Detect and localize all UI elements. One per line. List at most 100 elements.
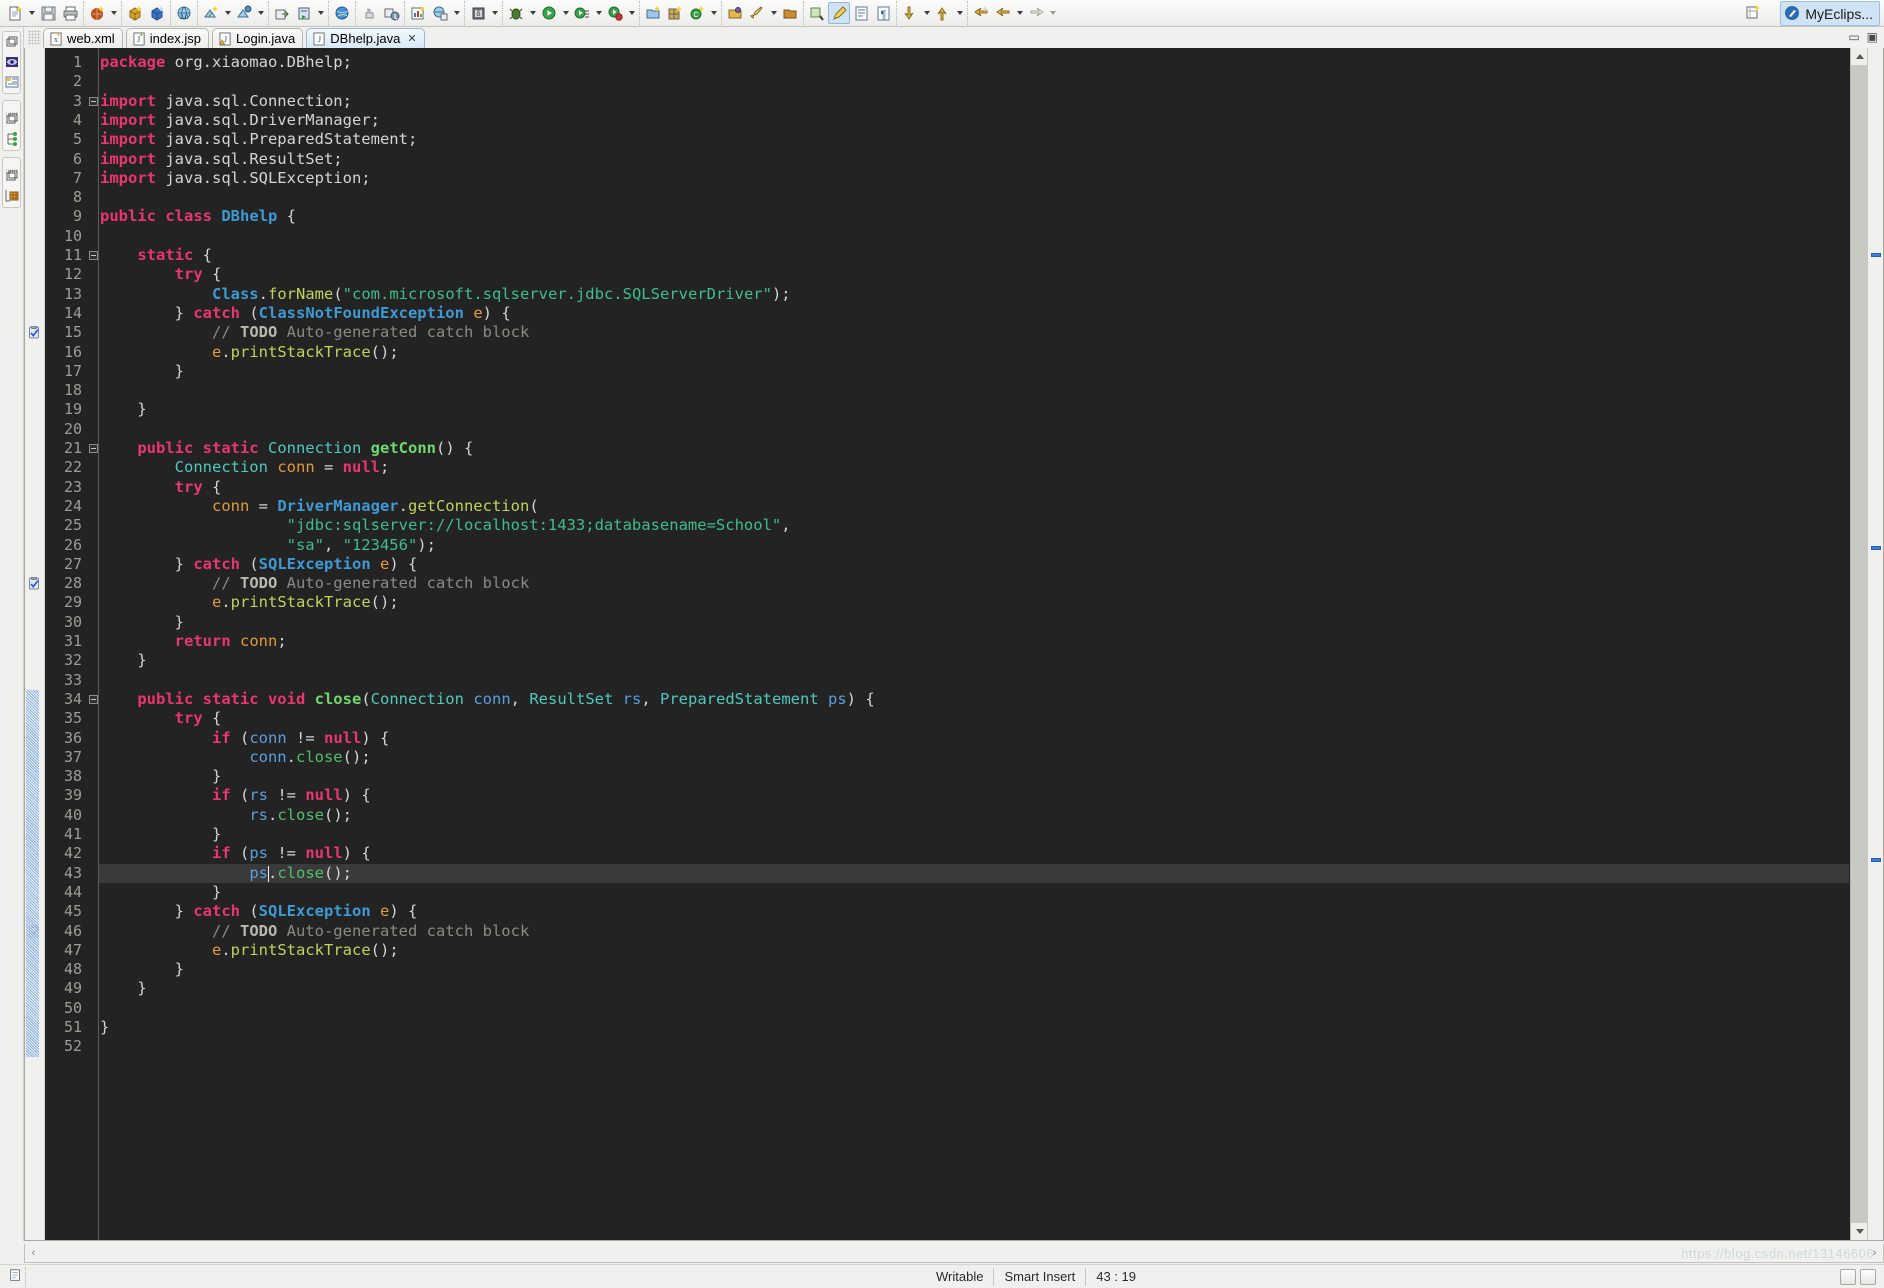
server-run-icon[interactable]: [200, 2, 222, 24]
fold-collapse-icon[interactable]: [89, 694, 98, 704]
code-line[interactable]: e.printStackTrace();: [99, 941, 1849, 960]
code-line[interactable]: if (conn != null) {: [99, 729, 1849, 748]
run-error-icon[interactable]: [604, 2, 626, 24]
server-stop-dropdown-arrow[interactable]: [255, 2, 266, 24]
back-icon[interactable]: [992, 2, 1014, 24]
code-line[interactable]: try {: [99, 265, 1849, 284]
debug-dropdown-arrow[interactable]: [527, 2, 538, 24]
view-stack-grip[interactable]: [5, 103, 18, 116]
debug-properties-icon[interactable]: δ: [467, 2, 489, 24]
print-icon[interactable]: [59, 2, 81, 24]
code-line[interactable]: } catch (SQLException e) {: [99, 555, 1849, 574]
minimize-editor-icon[interactable]: ▭: [1848, 30, 1859, 44]
code-line[interactable]: public class DBhelp {: [99, 207, 1849, 226]
code-line[interactable]: conn.close();: [99, 748, 1849, 767]
code-line[interactable]: conn = DriverManager.getConnection(: [99, 497, 1849, 516]
code-line[interactable]: [99, 227, 1849, 246]
run-icon[interactable]: [538, 2, 560, 24]
code-line[interactable]: [99, 72, 1849, 91]
toggle-mark-occurrences-icon[interactable]: [806, 2, 828, 24]
code-line[interactable]: import java.sql.SQLException;: [99, 169, 1849, 188]
code-line[interactable]: Connection conn = null;: [99, 458, 1849, 477]
run-server-dropdown-arrow[interactable]: [315, 2, 326, 24]
previous-annotation-dropdown-arrow[interactable]: [954, 2, 965, 24]
code-line[interactable]: // TODO Auto-generated catch block: [99, 574, 1849, 593]
editor-tab-dbhelp-java[interactable]: J DBhelp.java ✕: [306, 28, 425, 48]
editor-tab-login-java[interactable]: J Login.java: [212, 28, 304, 48]
save-icon[interactable]: [37, 2, 59, 24]
code-line[interactable]: e.printStackTrace();: [99, 343, 1849, 362]
code-line[interactable]: package org.xiaomao.DBhelp;: [99, 53, 1849, 72]
code-line[interactable]: return conn;: [99, 632, 1849, 651]
code-line[interactable]: [99, 381, 1849, 400]
code-line[interactable]: try {: [99, 478, 1849, 497]
next-annotation-dropdown-arrow[interactable]: [921, 2, 932, 24]
ruler-marker[interactable]: [1871, 546, 1881, 550]
forward-icon[interactable]: [1025, 2, 1047, 24]
perspective-myeclipse-button[interactable]: MyEclips...: [1780, 1, 1880, 26]
run-error-dropdown-arrow[interactable]: [626, 2, 637, 24]
globe-icon[interactable]: [331, 2, 353, 24]
debug-properties-dropdown-arrow[interactable]: [489, 2, 500, 24]
todo-task-icon[interactable]: [28, 325, 41, 339]
web-browser-icon[interactable]: 2.0: [173, 2, 195, 24]
hierarchy-icon[interactable]: [4, 131, 20, 147]
code-line[interactable]: [99, 1037, 1849, 1056]
code-line[interactable]: } catch (ClassNotFoundException e) {: [99, 304, 1849, 323]
server-run-dropdown-arrow[interactable]: [222, 2, 233, 24]
outline-icon[interactable]: [4, 74, 20, 90]
code-line[interactable]: rs.close();: [99, 806, 1849, 825]
world-search-icon[interactable]: [429, 2, 451, 24]
editor-tab-web-xml[interactable]: x web.xml: [43, 28, 123, 48]
fold-collapse-icon[interactable]: [89, 96, 98, 106]
export-icon[interactable]: [271, 2, 293, 24]
code-line[interactable]: "sa", "123456");: [99, 536, 1849, 555]
code-line[interactable]: public static void close(Connection conn…: [99, 690, 1849, 709]
code-line[interactable]: import java.sql.Connection;: [99, 92, 1849, 111]
deploy-icon[interactable]: [124, 2, 146, 24]
code-line[interactable]: e.printStackTrace();: [99, 593, 1849, 612]
search-quick-dropdown-arrow[interactable]: [768, 2, 779, 24]
servers-icon[interactable]: [4, 188, 20, 204]
code-line[interactable]: if (ps != null) {: [99, 844, 1849, 863]
restore-icon[interactable]: [4, 111, 20, 127]
new-web-project-icon[interactable]: [86, 2, 108, 24]
scroll-left-icon[interactable]: ‹: [25, 1245, 42, 1262]
forward-dropdown-arrow[interactable]: [1047, 2, 1058, 24]
code-line[interactable]: public static Connection getConn() {: [99, 439, 1849, 458]
refresh-icon[interactable]: [380, 2, 402, 24]
code-line[interactable]: }: [99, 400, 1849, 419]
code-line[interactable]: // TODO Auto-generated catch block: [99, 922, 1849, 941]
code-line[interactable]: "jdbc:sqlserver://localhost:1433;databas…: [99, 516, 1849, 535]
status-layout-icon-2[interactable]: [1860, 1268, 1876, 1285]
new-class-icon[interactable]: C: [686, 2, 708, 24]
last-edit-location-icon[interactable]: [970, 2, 992, 24]
code-line[interactable]: }: [99, 979, 1849, 998]
code-line[interactable]: [99, 671, 1849, 690]
new-web-project-dropdown-arrow[interactable]: [108, 2, 119, 24]
fold-collapse-icon[interactable]: [89, 251, 98, 260]
package-explorer-icon[interactable]: [4, 54, 20, 70]
code-line[interactable]: [99, 420, 1849, 439]
new-java-project-icon[interactable]: [642, 2, 664, 24]
new-package-icon[interactable]: [664, 2, 686, 24]
new-class-dropdown-arrow[interactable]: [708, 2, 719, 24]
pencil-highlight-icon[interactable]: [828, 2, 850, 24]
editor-horizontal-scrollbar[interactable]: ‹ ›: [24, 1244, 1884, 1263]
run-config-dropdown-arrow[interactable]: [593, 2, 604, 24]
fold-collapse-icon[interactable]: [89, 444, 98, 453]
code-line[interactable]: // TODO Auto-generated catch block: [99, 323, 1849, 342]
maximize-editor-icon[interactable]: ▣: [1867, 30, 1878, 44]
code-line[interactable]: ps.close();: [99, 863, 1849, 883]
code-line[interactable]: } catch (SQLException e) {: [99, 902, 1849, 921]
code-line[interactable]: }: [99, 651, 1849, 670]
code-line[interactable]: try {: [99, 709, 1849, 728]
code-line[interactable]: }: [99, 1018, 1849, 1037]
annotation-gutter[interactable]: [25, 48, 45, 1240]
open-type-icon[interactable]: [724, 2, 746, 24]
chart-new-icon[interactable]: [407, 2, 429, 24]
run-dropdown-arrow[interactable]: [560, 2, 571, 24]
thumbs-up-icon[interactable]: [358, 2, 380, 24]
close-icon[interactable]: ✕: [407, 32, 416, 45]
code-line[interactable]: [99, 999, 1849, 1018]
